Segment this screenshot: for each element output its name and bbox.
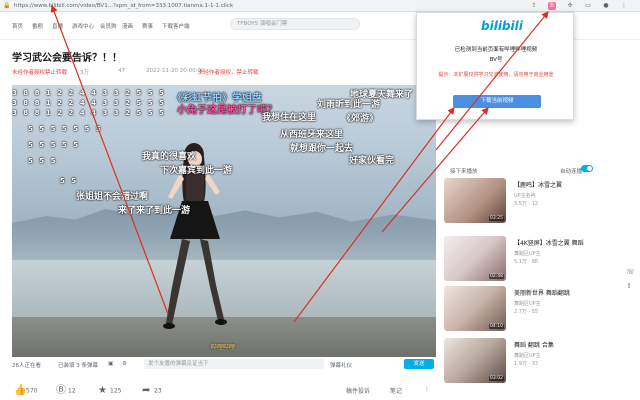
more-icon[interactable]: ⋮ — [424, 386, 430, 393]
danmaku-comment: 3 8 8 1 2 2 4 4 3 3 2 5 5 5 — [12, 89, 166, 97]
danmaku-comment: 我真的很喜欢 — [142, 152, 197, 162]
player-controls: 26人正在看 已装填 3 条弹幕 ▣ ⚙ 发个友善的弹幕见证当下 弹幕礼仪 发送 — [12, 357, 436, 371]
publish-date: 2022-11-20 20:00:00 — [146, 68, 205, 74]
video-card-up[interactable]: 舞蹈区UP主 — [514, 300, 541, 307]
popup-bvid: BV号 — [489, 57, 503, 63]
danmaku-comment: 就想跟你一起去 — [290, 144, 354, 154]
extension-popup: bilibili 已检测到当前页面有哔哩哔哩视频 BV号 提示：本扩展仅供学习交… — [416, 12, 574, 120]
danmaku-comment: 下次嘉宾到此一游 — [160, 166, 233, 176]
video-player[interactable]: 3 8 8 1 2 2 4 4 3 3 2 5 5 5 3 8 8 1 2 2 … — [12, 85, 436, 357]
danmaku-comment: 5 5 — [60, 177, 79, 185]
nav-manga[interactable]: 漫画 — [122, 22, 133, 30]
danmaku-comment: 从西班牙来这里 — [280, 130, 344, 140]
danmaku-comment: 5 5 5 — [28, 157, 58, 165]
danmaku-comment: 张姐姐不会错过啊 — [76, 192, 149, 202]
lock-icon[interactable]: 🔒 — [3, 2, 11, 10]
danmaku-comment: 5 5 5 5 5 5 5 — [28, 125, 103, 133]
video-card-stats: 3.5万 · 12 — [514, 201, 539, 207]
copyright-badge: 未经作者授权禁止转载 — [12, 70, 68, 76]
video-duration: 03:25 — [489, 216, 504, 221]
coin-icon: Ⓑ — [56, 385, 66, 396]
video-thumbnail[interactable]: 02:48 — [444, 236, 506, 281]
nav-anime[interactable]: 番剧 — [32, 22, 43, 30]
bilibili-logo: bilibili — [481, 19, 523, 33]
video-card-up[interactable]: 舞蹈区UP主 — [514, 352, 541, 359]
sidebar-icon[interactable]: ▭ — [584, 2, 592, 10]
danmaku-comment: 好家伙看完 — [349, 156, 395, 166]
video-duration: 04:10 — [489, 324, 504, 329]
send-danmaku-button[interactable]: 发送 — [404, 359, 434, 369]
bilibili-extension-icon[interactable]: b — [548, 2, 556, 10]
video-card-stats: 5.1万 · 86 — [514, 259, 539, 265]
profile-icon[interactable]: ● — [602, 2, 610, 10]
menu-icon[interactable]: ⋮ — [620, 2, 628, 10]
danmaku-comment: 5 5 5 5 5 — [28, 141, 81, 149]
view-count: 3万 — [80, 70, 89, 76]
danmaku-input[interactable]: 发个友善的弹幕见证当下 — [144, 359, 324, 369]
danmaku-comment: 我想住在这里 — [262, 113, 317, 123]
video-card-title[interactable]: 美丽新世界 舞蹈翻跳 — [514, 288, 570, 297]
video-card-title[interactable]: 【鹿鸣】冰雪之翼 — [514, 180, 562, 189]
favorite-button[interactable]: ★ 125 — [98, 386, 121, 396]
popup-warning: 提示：本扩展仅供学习交流使用，请勿用于商业用途 — [438, 72, 554, 78]
danmaku-comment: 3 8 8 1 2 2 4 4 3 3 2 5 5 5 — [12, 109, 166, 117]
danmaku-settings-icon[interactable]: ⚙ — [122, 361, 127, 367]
nav-events[interactable]: 赛事 — [142, 22, 153, 30]
danmaku-comment: 刘雨昕到此一游 — [317, 100, 381, 110]
danmaku-comment: 3 8 8 1 2 2 4 4 3 3 2 5 5 5 — [12, 99, 166, 107]
notes-link[interactable]: 笔记 — [390, 386, 402, 395]
share-icon[interactable]: ⇪ — [530, 2, 538, 10]
video-thumbnail[interactable]: 03:25 — [444, 178, 506, 223]
video-subtitle: 哔哩哔哩 — [211, 344, 236, 351]
autoplay-label: 自动连播 — [560, 169, 583, 175]
share-button[interactable]: ➦ 23 — [142, 386, 162, 396]
star-icon: ★ — [98, 385, 107, 396]
video-card-title[interactable]: 舞蹈 翻跳 合集 — [514, 340, 554, 349]
danmaku-comment: 来了来了到此一游 — [118, 206, 191, 216]
no-repost-note: 未经作者授权，禁止转载 — [198, 70, 259, 76]
nav-home[interactable]: 首页 — [12, 22, 23, 30]
puzzle-icon[interactable]: ✣ — [566, 2, 574, 10]
search-input[interactable]: TFBOYS 演唱会门票 — [230, 18, 360, 30]
danmaku-comment: 《郊游》 — [342, 114, 379, 124]
report-link[interactable]: 稿件投诉 — [346, 386, 370, 395]
video-card-stats: 1.9万 · 33 — [514, 361, 539, 367]
video-thumbnail[interactable]: 03:02 — [444, 338, 506, 383]
sidebar-header: 接下来播放 — [450, 169, 478, 175]
viewer-count: 26人正在看 — [12, 363, 41, 369]
download-video-button[interactable]: 下载当前视频 — [453, 95, 541, 108]
video-duration: 02:48 — [489, 274, 504, 279]
nav-live[interactable]: 直播 — [52, 22, 63, 30]
danmaku-count: 47 — [118, 68, 125, 74]
address-bar[interactable]: https://www.bilibili.com/video/BV1...?sp… — [14, 2, 519, 10]
thumbs-up-icon: 👍 — [14, 385, 27, 396]
danmaku-toggle-icon[interactable]: ▣ — [108, 361, 113, 367]
video-card-up[interactable]: 舞蹈区UP主 — [514, 250, 541, 257]
video-title: 学习武公会要告诉？！！ — [12, 53, 122, 64]
video-duration: 03:02 — [489, 376, 504, 381]
video-thumbnail[interactable]: 04:10 — [444, 286, 506, 331]
video-card-title[interactable]: 【4K竖屏】冰雪之翼 舞蹈 — [514, 238, 584, 247]
danmaku-loaded: 已装填 3 条弹幕 — [58, 363, 98, 369]
nav-shop[interactable]: 会员购 — [100, 22, 117, 30]
feedback-icon[interactable]: ☏ — [626, 268, 635, 276]
popup-description: 已检测到当前页面有哔哩哔哩视频 — [454, 47, 538, 53]
nav-game-center[interactable]: 游戏中心 — [72, 22, 94, 30]
coin-button[interactable]: Ⓑ 12 — [56, 386, 76, 396]
nav-download[interactable]: 下载客户端 — [162, 22, 190, 30]
danmaku-etiquette-link[interactable]: 弹幕礼仪 — [330, 361, 352, 369]
share-arrow-icon: ➦ — [142, 385, 151, 396]
browser-toolbar: 🔒 https://www.bilibili.com/video/BV1...?… — [0, 0, 640, 12]
autoplay-toggle[interactable] — [581, 165, 593, 172]
back-to-top-icon[interactable]: ⇧ — [626, 282, 632, 290]
video-card-up[interactable]: UP主名称 — [514, 192, 536, 199]
like-button[interactable]: 👍570 — [14, 386, 37, 396]
video-card-stats: 2.7万 · 55 — [514, 309, 539, 315]
